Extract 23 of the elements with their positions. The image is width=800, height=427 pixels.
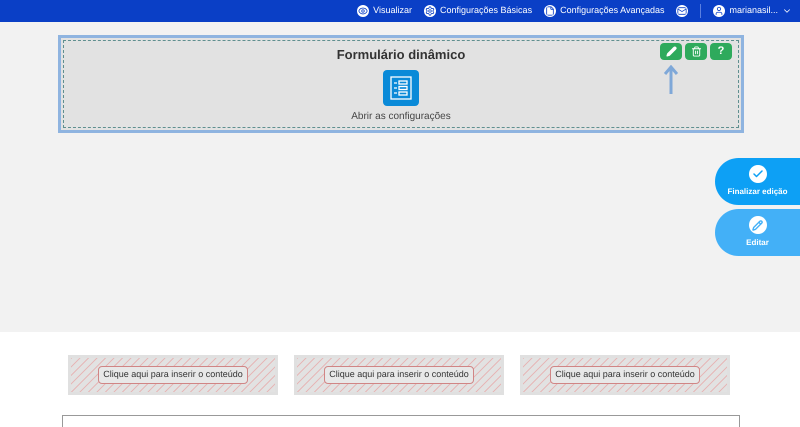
list-form-icon (390, 76, 412, 100)
mail-icon[interactable] (676, 5, 688, 17)
edit-button[interactable] (660, 43, 682, 60)
nav-link[interactable]: Configurações Avançadas (544, 4, 664, 18)
insert-content-button[interactable]: Clique aqui para inserir o conteúdo (324, 366, 474, 384)
up-arrow-icon (664, 65, 678, 95)
eye-icon (357, 5, 370, 17)
nav-link[interactable]: Configurações Básicas (424, 4, 532, 18)
open-settings-label: Abrir as configurações (351, 110, 451, 124)
file-icon (544, 5, 556, 17)
delete-button[interactable] (685, 43, 707, 60)
settings-icon (424, 5, 436, 17)
widget-title: Formulário dinâmico (336, 46, 466, 64)
insert-content-button[interactable]: Clique aqui para inserir o conteúdo (550, 366, 700, 384)
user-menu[interactable]: marianasil... (713, 4, 792, 18)
nav-link[interactable]: Visualizar (357, 4, 412, 18)
form-config-button[interactable] (383, 70, 419, 106)
insert-content-button[interactable]: Clique aqui para inserir o conteúdo (98, 366, 248, 384)
pencil-icon (752, 220, 763, 230)
pencil-icon (666, 46, 676, 57)
check-icon (752, 168, 764, 180)
user-icon (713, 5, 726, 17)
trash-icon (690, 46, 702, 57)
